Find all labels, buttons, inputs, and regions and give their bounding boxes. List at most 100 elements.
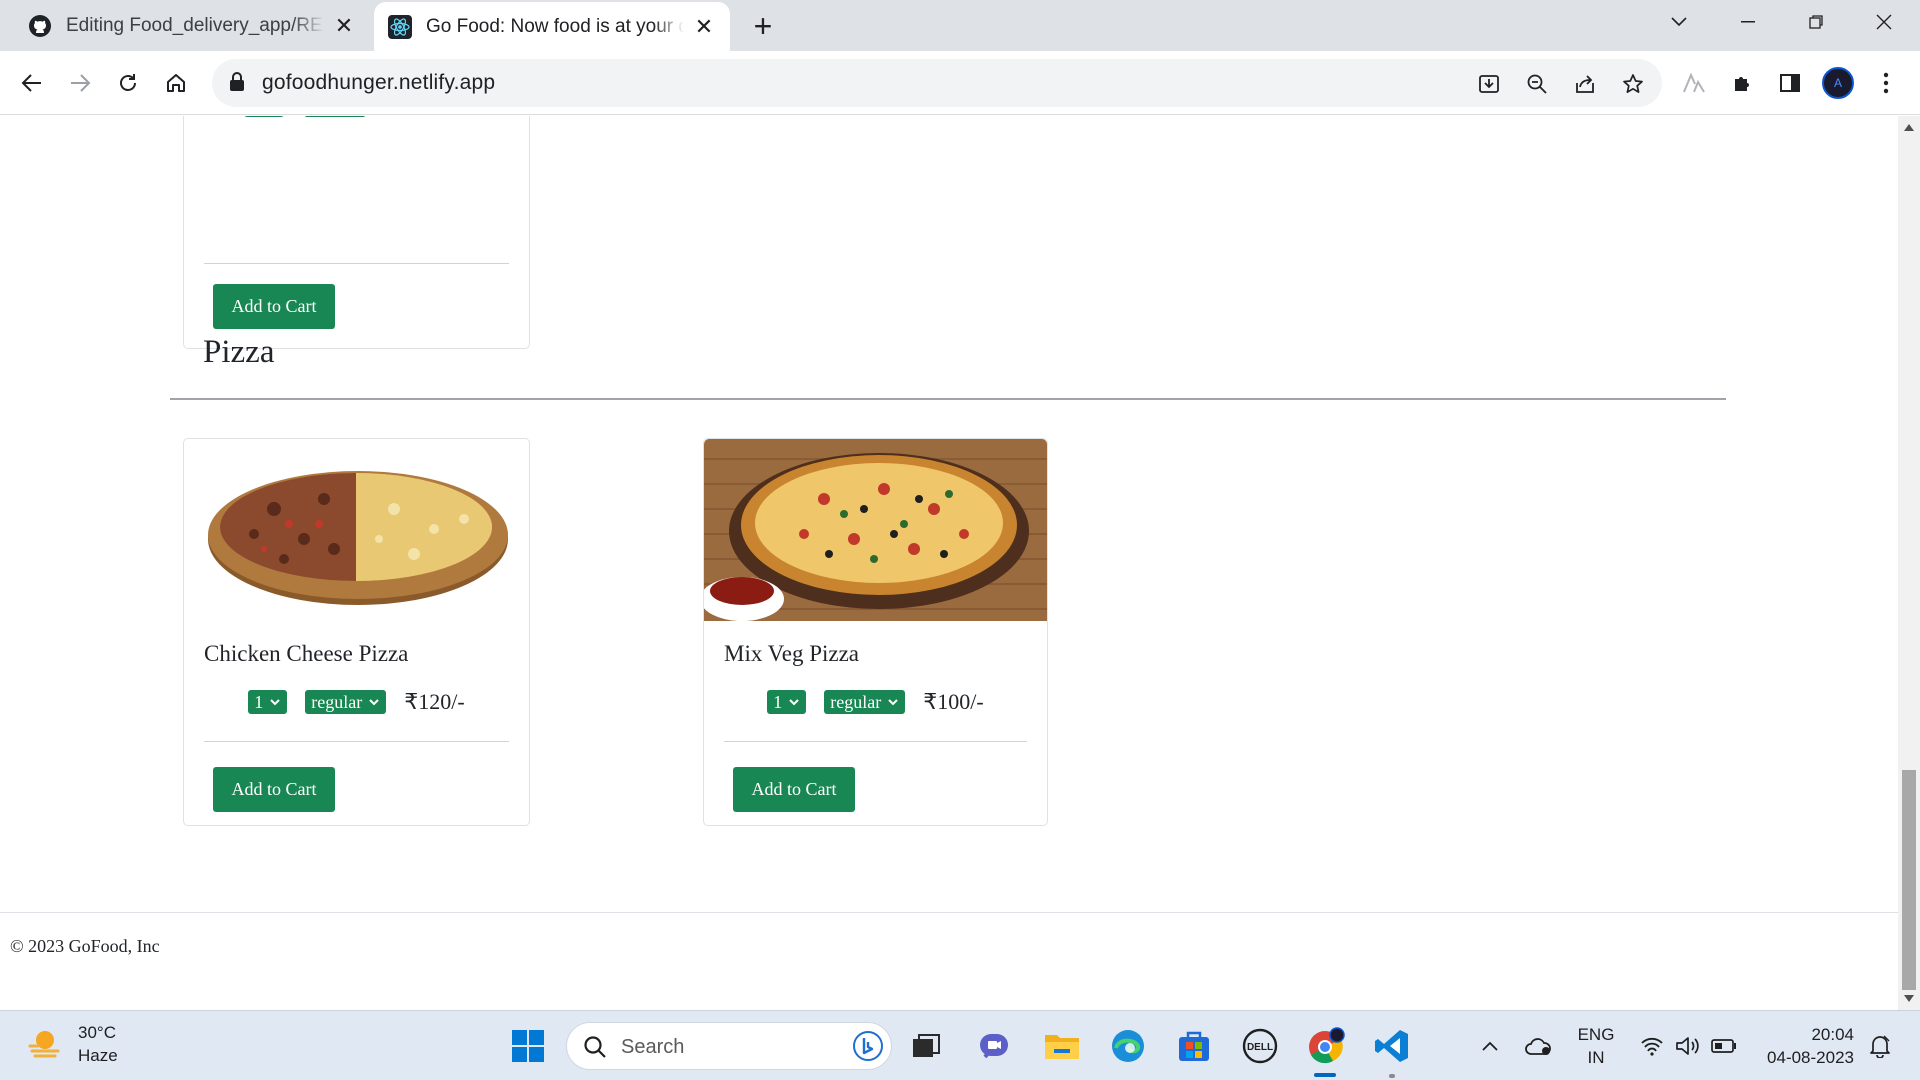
footer-divider [0, 912, 1898, 913]
footer-copyright: © 2023 GoFood, Inc [10, 936, 160, 956]
chevron-down-icon [369, 699, 379, 706]
price-label: ₹100/- [923, 689, 984, 714]
page-scrollbar[interactable] [1898, 116, 1920, 1010]
section-title: Pizza [203, 334, 275, 370]
clock-time: 20:04 [1811, 1025, 1854, 1044]
weather-widget[interactable]: 30°C Haze [26, 1021, 118, 1067]
scrollbar-thumb[interactable] [1902, 770, 1916, 990]
task-view-icon[interactable] [904, 1024, 948, 1068]
minimize-window-button[interactable] [1714, 0, 1782, 44]
quantity-value: 1 [773, 691, 783, 712]
react-icon [388, 14, 412, 39]
chevron-down-icon [789, 699, 800, 706]
food-image [184, 439, 529, 621]
section-divider [170, 398, 1726, 400]
extensions-puzzle-icon[interactable] [1724, 65, 1760, 101]
add-to-cart-button[interactable]: Add to Cart [213, 767, 335, 812]
card-divider [724, 741, 1027, 742]
vscode-icon[interactable] [1370, 1024, 1414, 1068]
chrome-active-indicator [1314, 1073, 1336, 1077]
size-select[interactable]: regular [305, 690, 387, 714]
food-card: Mix Veg Pizza 1 regular ₹100/- Add to Ca… [703, 438, 1048, 826]
scroll-up-arrow-icon[interactable] [1904, 124, 1914, 131]
back-arrow-icon[interactable] [14, 65, 50, 101]
tab-title: Go Food: Now food is at your door [426, 15, 684, 37]
language-indicator[interactable]: ENG IN [1570, 1023, 1622, 1069]
close-window-button[interactable] [1850, 0, 1918, 44]
edge-browser-icon[interactable] [1106, 1024, 1150, 1068]
teams-chat-icon[interactable] [972, 1024, 1016, 1068]
size-value: regular [830, 691, 882, 712]
address-bar[interactable]: gofoodhunger.netlify.app [212, 59, 1662, 107]
size-value: regular [311, 691, 363, 712]
food-name: Mix Veg Pizza [724, 641, 860, 666]
close-tab-icon[interactable]: ✕ [332, 13, 356, 38]
food-image [704, 439, 1047, 621]
chrome-icon[interactable] [1304, 1024, 1348, 1068]
dell-icon[interactable]: DELL [1238, 1024, 1282, 1068]
new-tab-button[interactable]: + [745, 8, 781, 44]
card-divider [204, 741, 509, 742]
close-tab-icon[interactable]: ✕ [692, 14, 716, 39]
file-explorer-icon[interactable] [1040, 1024, 1084, 1068]
page-content: Add to Cart Pizza Chicken Cheese Pizza 1 [0, 116, 1898, 1010]
scroll-down-arrow-icon[interactable] [1904, 995, 1914, 1002]
profile-avatar[interactable]: A [1820, 65, 1856, 101]
food-card-partial: Add to Cart [183, 116, 530, 349]
reload-icon[interactable] [110, 65, 146, 101]
svg-text:DELL: DELL [1247, 1042, 1273, 1053]
extension-a-icon[interactable] [1676, 65, 1712, 101]
add-to-cart-button[interactable]: Add to Cart [213, 284, 335, 329]
onedrive-cloud-icon[interactable] [1516, 1024, 1560, 1068]
haze-weather-icon [28, 1031, 60, 1058]
browser-toolbar: gofoodhunger.netlify.app A [0, 51, 1920, 115]
zoom-out-icon[interactable] [1522, 69, 1552, 99]
weather-condition: Haze [78, 1046, 118, 1065]
add-to-cart-button[interactable]: Add to Cart [733, 767, 855, 812]
microsoft-store-icon[interactable] [1172, 1024, 1216, 1068]
notification-bell-icon[interactable] [1858, 1024, 1902, 1068]
weather-temp: 30°C [78, 1023, 116, 1042]
quantity-select-partial[interactable] [244, 116, 284, 117]
language-line1: ENG [1577, 1025, 1615, 1044]
price-label: ₹120/- [404, 689, 465, 714]
card-divider [204, 263, 509, 264]
restore-window-button[interactable] [1782, 0, 1850, 44]
search-icon [583, 1035, 607, 1064]
show-hidden-icons-chevron-icon[interactable] [1468, 1024, 1512, 1068]
chevron-down-icon [888, 699, 898, 706]
battery-icon[interactable] [1702, 1024, 1746, 1068]
side-panel-icon[interactable] [1772, 65, 1808, 101]
food-name: Chicken Cheese Pizza [204, 641, 409, 666]
tab-title: Editing Food_delivery_app/README.md [66, 14, 324, 36]
clock[interactable]: 20:04 04-08-2023 [1756, 1023, 1854, 1069]
windows-start-icon[interactable] [506, 1024, 550, 1068]
share-icon[interactable] [1570, 69, 1600, 99]
size-select[interactable]: regular [824, 690, 906, 714]
bookmark-star-icon[interactable] [1618, 69, 1648, 99]
quantity-value: 1 [254, 691, 264, 712]
quantity-select[interactable]: 1 [767, 690, 807, 714]
quantity-select[interactable]: 1 [248, 690, 288, 714]
clock-date: 04-08-2023 [1767, 1048, 1854, 1067]
food-card: Chicken Cheese Pizza 1 regular ₹120/- Ad… [183, 438, 530, 826]
language-line2: IN [1587, 1048, 1605, 1067]
taskbar-search[interactable]: Search [566, 1022, 892, 1070]
chevron-down-icon [270, 699, 281, 706]
card-options: 1 regular ₹120/- [184, 689, 529, 715]
vscode-running-indicator [1389, 1074, 1395, 1078]
tab-github-readme[interactable]: Editing Food_delivery_app/README.md ✕ [14, 0, 370, 51]
github-icon [28, 14, 52, 38]
install-app-icon[interactable] [1474, 69, 1504, 99]
search-placeholder: Search [621, 1036, 685, 1058]
tab-go-food[interactable]: Go Food: Now food is at your door ✕ [374, 2, 730, 51]
home-icon[interactable] [158, 65, 194, 101]
browser-menu-icon[interactable] [1868, 65, 1904, 101]
bing-chat-icon[interactable] [851, 1029, 885, 1068]
lock-icon[interactable] [228, 71, 246, 98]
tab-search-chevron-icon[interactable] [1645, 0, 1713, 44]
windows-taskbar: 30°C Haze Search DELL ENG IN 20:04 04-08… [0, 1010, 1920, 1080]
size-select-partial[interactable] [304, 116, 366, 117]
forward-arrow-icon[interactable] [62, 65, 98, 101]
browser-tab-strip: Editing Food_delivery_app/README.md ✕ Go… [0, 0, 1920, 51]
